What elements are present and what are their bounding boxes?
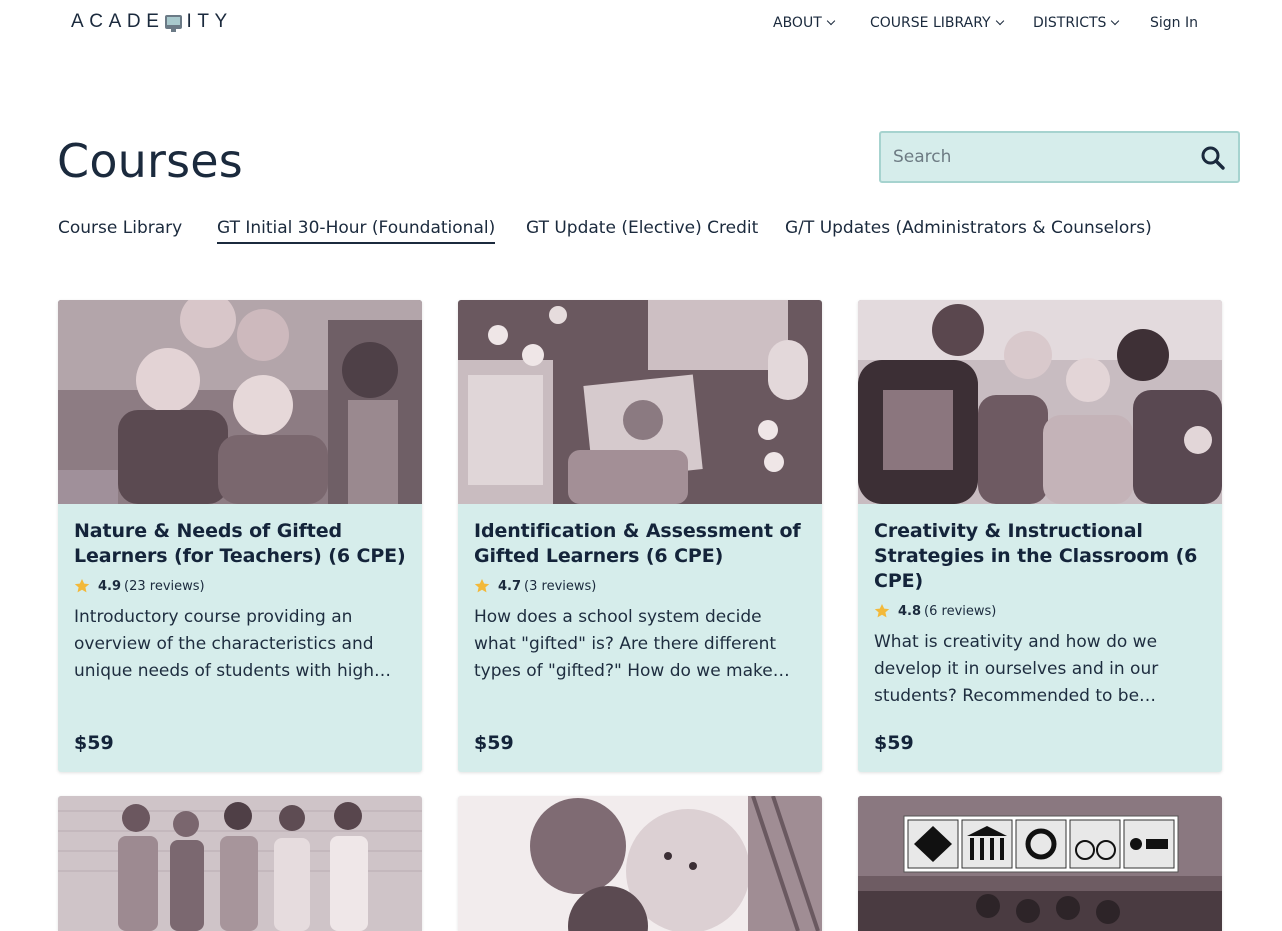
course-rating: 4.7 (3 reviews) — [474, 577, 806, 595]
course-rating: 4.9 (23 reviews) — [74, 577, 406, 595]
search-icon[interactable] — [1200, 145, 1226, 171]
nav-districts-label: DISTRICTS — [1033, 15, 1107, 31]
nav-course-library[interactable]: COURSE LIBRARY — [870, 12, 1004, 34]
course-description: How does a school system decide what "gi… — [474, 607, 777, 681]
page-title: Courses — [57, 134, 243, 188]
rating-score: 4.8 — [898, 603, 922, 619]
search-input[interactable] — [893, 133, 1193, 181]
course-price: $59 — [74, 732, 114, 754]
course-card[interactable]: Creativity & Instructional Strategies in… — [858, 300, 1222, 772]
symbol-strip — [903, 815, 1179, 873]
rating-score: 4.7 — [498, 578, 522, 594]
academity-logo[interactable]: ACADE ITY — [71, 11, 233, 32]
logo-text-right: ITY — [186, 11, 233, 32]
search-box — [879, 131, 1240, 183]
tab-gt-updates-administrators[interactable]: G/T Updates (Administrators & Counselors… — [785, 216, 1152, 240]
monitor-icon — [165, 15, 183, 32]
course-image-kids-circle — [458, 796, 822, 931]
nav-sign-in-label: Sign In — [1150, 15, 1198, 31]
course-title: Identification & Assessment of Gifted Le… — [474, 520, 801, 567]
chevron-down-icon — [826, 16, 836, 26]
rating-reviews: (23 reviews) — [124, 578, 205, 594]
course-card[interactable] — [858, 796, 1222, 931]
course-image-art-table — [458, 300, 822, 504]
rating-reviews: (3 reviews) — [524, 578, 597, 594]
nav-course-library-label: COURSE LIBRARY — [870, 15, 991, 31]
nav-about-label: ABOUT — [773, 15, 822, 31]
star-icon — [474, 579, 490, 593]
course-card[interactable]: Nature & Needs of Gifted Learners (for T… — [58, 300, 422, 772]
nav-about[interactable]: ABOUT — [773, 12, 836, 34]
nav-sign-in[interactable]: Sign In — [1150, 12, 1198, 34]
chevron-down-icon — [995, 16, 1004, 26]
course-price: $59 — [474, 732, 514, 754]
course-card[interactable]: Identification & Assessment of Gifted Le… — [458, 300, 822, 772]
course-title: Creativity & Instructional Strategies in… — [874, 520, 1198, 592]
course-image-children — [58, 300, 422, 504]
rating-reviews: (6 reviews) — [924, 603, 997, 619]
star-icon — [74, 579, 90, 593]
course-image-teens-wall — [58, 796, 422, 931]
star-icon — [874, 604, 890, 618]
course-card-body: Identification & Assessment of Gifted Le… — [474, 519, 806, 685]
tab-course-library[interactable]: Course Library — [58, 216, 182, 240]
rating-score: 4.9 — [98, 578, 122, 594]
course-title: Nature & Needs of Gifted Learners (for T… — [74, 520, 406, 567]
nav-districts[interactable]: DISTRICTS — [1033, 12, 1120, 34]
course-description: Introductory course providing an overvie… — [74, 607, 392, 681]
course-card[interactable] — [458, 796, 822, 931]
logo-text-left: ACADE — [71, 11, 165, 32]
course-card[interactable] — [58, 796, 422, 931]
tab-gt-initial-30-hour[interactable]: GT Initial 30-Hour (Foundational) — [217, 216, 496, 244]
course-description: What is creativity and how do we develop… — [874, 632, 1159, 706]
course-image-students — [858, 300, 1222, 504]
course-rating: 4.8 (6 reviews) — [874, 602, 1206, 620]
course-card-body: Nature & Needs of Gifted Learners (for T… — [74, 519, 406, 685]
course-image-school-icons — [858, 796, 1222, 931]
course-card-body: Creativity & Instructional Strategies in… — [874, 519, 1206, 710]
chevron-down-icon — [1111, 16, 1120, 26]
tab-gt-update-elective[interactable]: GT Update (Elective) Credit — [526, 216, 758, 240]
course-price: $59 — [874, 732, 914, 754]
